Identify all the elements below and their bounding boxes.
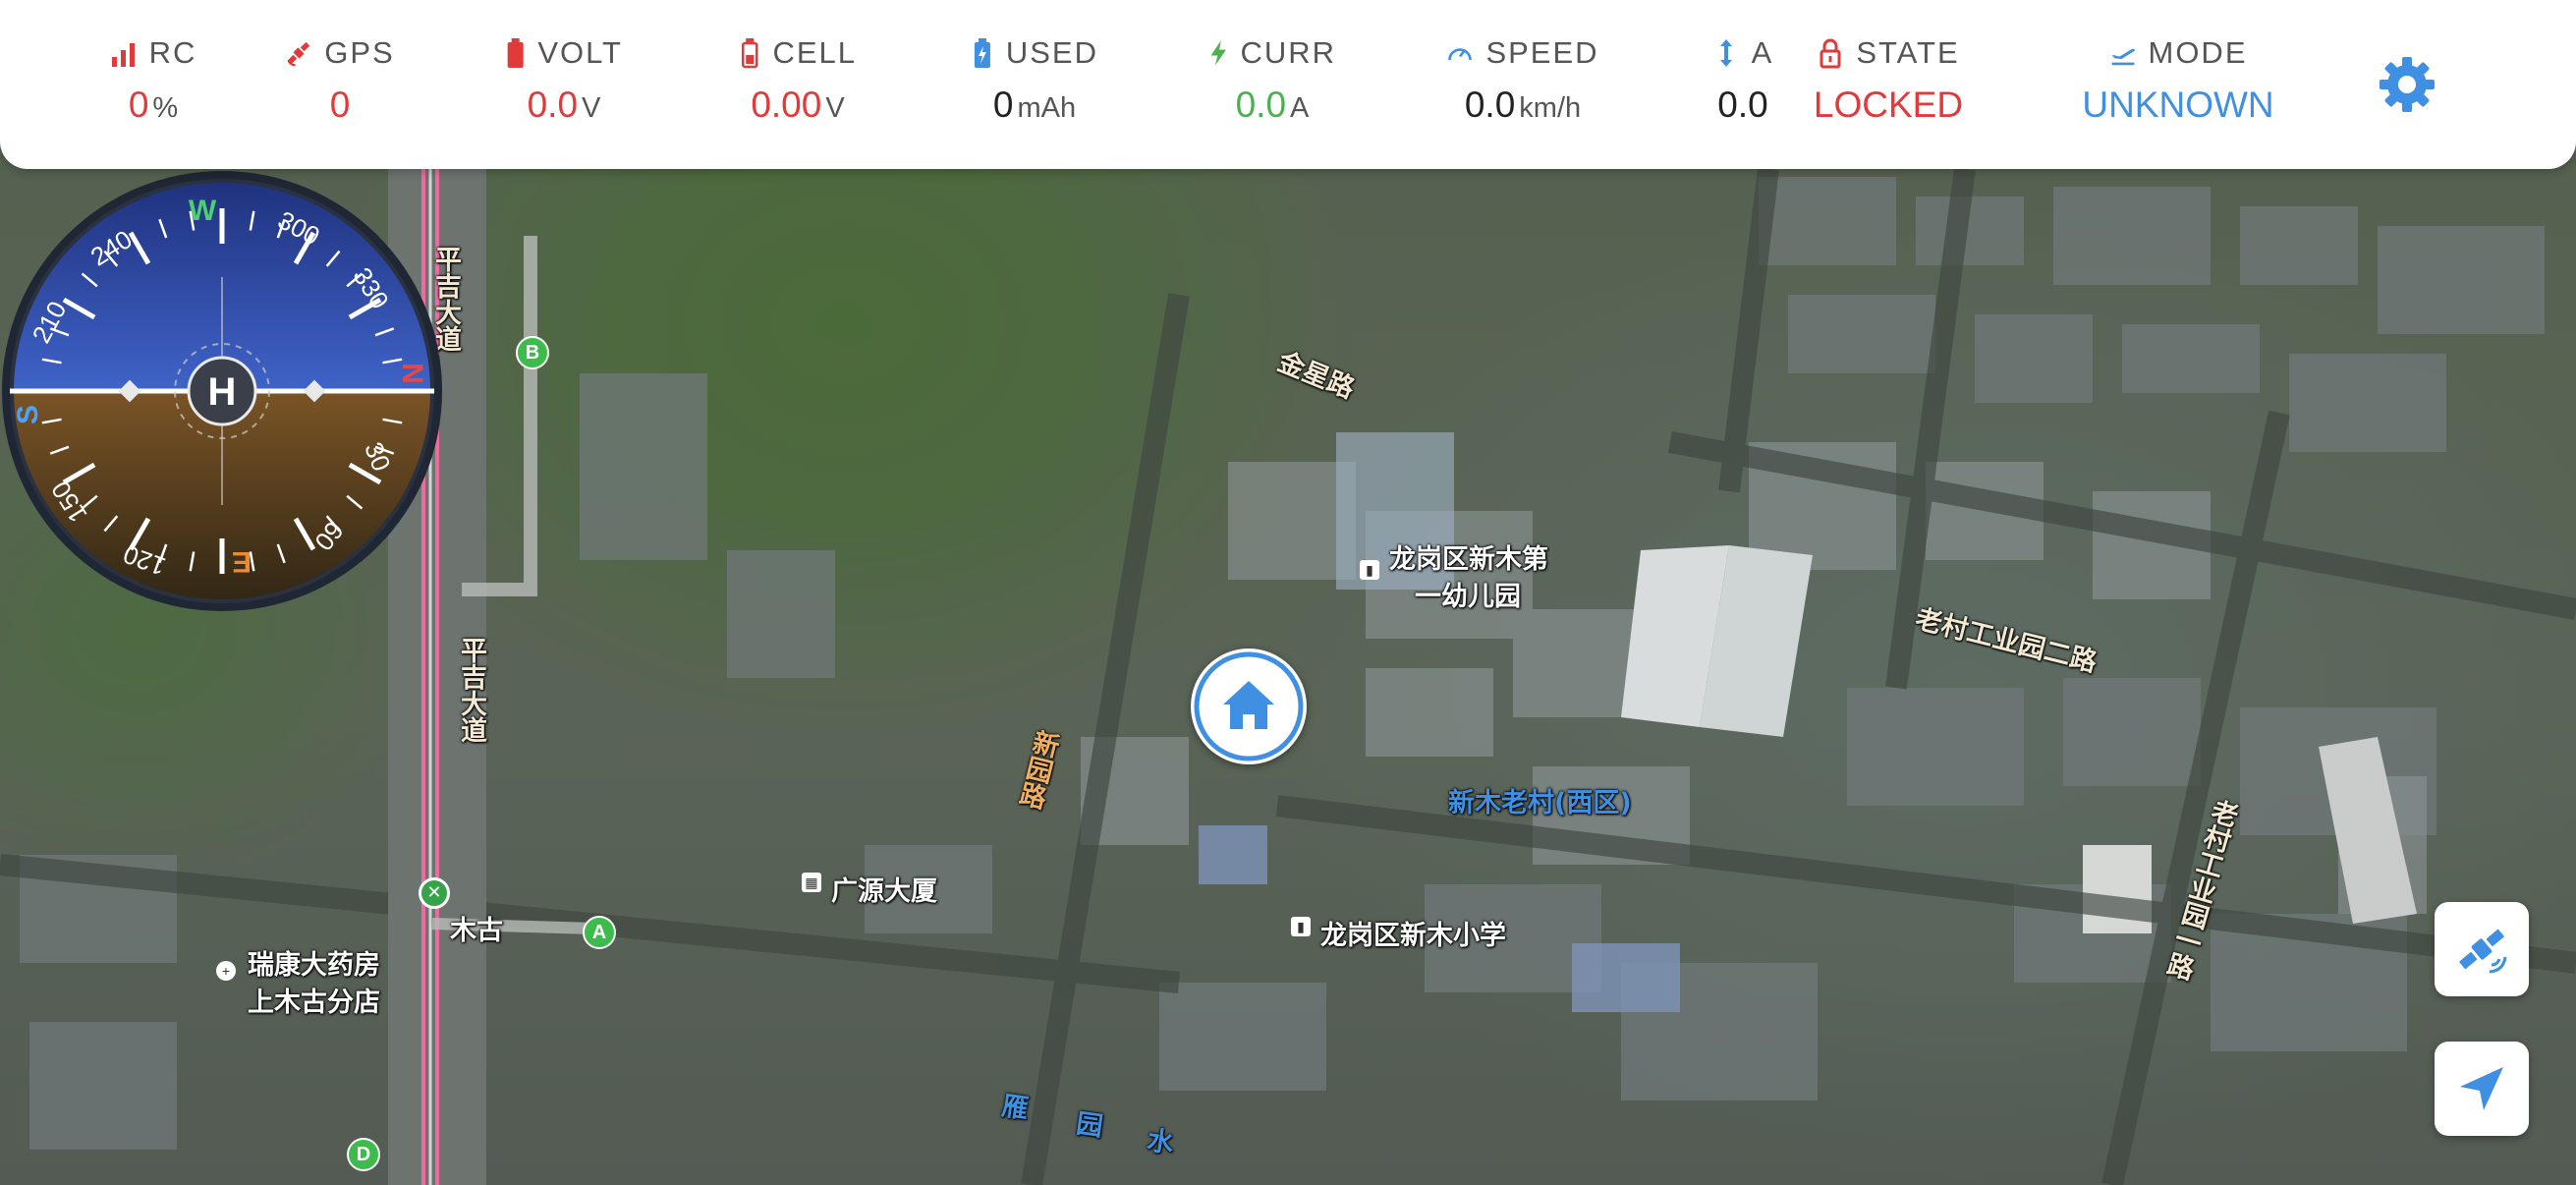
satellite-layer-button[interactable] [2435, 902, 2529, 996]
stat-unit: km/h [1519, 92, 1582, 124]
stat-unit: V [582, 92, 601, 124]
water-label: 园 [1074, 1108, 1105, 1143]
water-label: 水 [1145, 1125, 1176, 1159]
stat-value: UNKNOWN [2082, 85, 2274, 125]
signal-bars-icon [111, 43, 135, 67]
stat-label: MODE [2148, 35, 2248, 70]
telemetry-bar: RC 0% GPS 0 VOLT 0.0 V CELL 0.00 V USED … [0, 0, 2576, 169]
poi-label: 龙岗区新木小学 [1320, 921, 1506, 951]
stat-rc: RC 0% [94, 35, 212, 126]
stat-value: LOCKED [1813, 85, 1964, 125]
locate-button[interactable] [2435, 1042, 2529, 1136]
stat-value: 0.0 [1235, 85, 1287, 125]
stat-unit: % [152, 92, 179, 124]
battery-icon [507, 38, 524, 68]
speedometer-icon [1448, 48, 1473, 61]
stat-gps: GPS 0 [281, 35, 399, 126]
stat-value: 0.0 [527, 85, 579, 125]
stat-value: 0.00 [751, 85, 822, 125]
water-label: 雁 [999, 1091, 1031, 1125]
battery-charging-icon [974, 38, 990, 68]
attitude-compass: H N E S W 30 60 120 150 210 240 300 330 [2, 171, 442, 611]
stat-label: VOLT [537, 35, 623, 70]
stat-value: 0 [329, 85, 351, 125]
home-icon [1194, 651, 1304, 762]
road-label: 平吉大道 [456, 637, 486, 743]
building-icon: ▦ [802, 873, 821, 892]
compass-south: S [12, 405, 44, 424]
satellite-icon [2459, 929, 2507, 974]
compass-west: W [189, 195, 217, 227]
stat-label: SPEED [1485, 35, 1599, 70]
home-marker[interactable] [1191, 649, 1307, 764]
poi-label: 一幼儿园 [1415, 582, 1521, 612]
vertical-arrows-icon [1719, 39, 1732, 67]
stat-value: 0.0 [1464, 85, 1516, 125]
stat-unit: A [1290, 92, 1310, 124]
stat-unit: V [825, 92, 845, 124]
airplane-takeoff-icon [2111, 48, 2135, 66]
metro-station-icon[interactable]: ✕ [419, 877, 450, 909]
stat-speed: SPEED 0.0 km/h [1444, 35, 1601, 126]
stat-label: STATE [1856, 35, 1960, 70]
stat-value: 0.0 [1717, 85, 1768, 125]
compass-center-letter: H [208, 370, 237, 414]
pharmacy-icon: + [216, 961, 236, 981]
poi-label: 广源大厦 [831, 876, 937, 907]
stat-unit: mAh [1017, 92, 1077, 124]
stat-label: CURR [1240, 35, 1336, 70]
navigation-arrow-icon [2460, 1067, 2503, 1110]
compass-north: N [396, 363, 428, 384]
gear-icon[interactable] [2376, 53, 2438, 116]
stat-value: 0 [128, 85, 149, 125]
stat-altitude: A 0.0 [1684, 35, 1802, 126]
stat-label: USED [1005, 35, 1098, 70]
school-icon: ▮ [1291, 917, 1311, 936]
battery-cell-icon [741, 38, 758, 69]
lightning-icon [1210, 40, 1226, 66]
stat-state: STATE LOCKED [1810, 35, 1967, 126]
stat-label: RC [148, 35, 197, 70]
stat-cell: CELL 0.00 V [739, 35, 857, 126]
stat-used: USED 0 mAh [971, 35, 1098, 126]
stat-volt: VOLT 0.0 V [505, 35, 623, 126]
area-label: 新木老村(西区) [1448, 788, 1632, 818]
stat-label: CELL [772, 35, 857, 70]
lock-icon [1820, 38, 1841, 69]
stat-label: A [1751, 35, 1774, 70]
stat-value: 0 [992, 85, 1014, 125]
station-label: 木古 [450, 916, 503, 946]
metro-exit-marker[interactable]: B [516, 336, 549, 369]
compass-east: E [232, 545, 252, 578]
poi-label: 龙岗区新木第 [1389, 544, 1548, 575]
stat-label: GPS [324, 35, 395, 70]
metro-exit-marker[interactable]: A [583, 916, 616, 949]
metro-exit-marker[interactable]: D [347, 1138, 380, 1171]
poi-label: 瑞康大药房 [248, 950, 380, 981]
stat-mode: MODE UNKNOWN [2075, 35, 2281, 126]
school-icon: ▮ [1360, 560, 1379, 580]
stat-curr: CURR 0.0 A [1208, 35, 1336, 126]
satellite-icon [287, 41, 310, 67]
poi-label: 上木古分店 [248, 988, 380, 1018]
